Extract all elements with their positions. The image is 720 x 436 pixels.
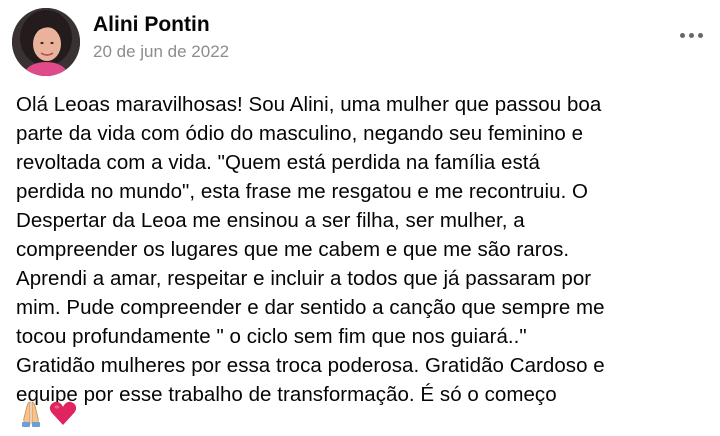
avatar[interactable] <box>12 8 80 76</box>
post-text-line: equipe por esse trabalho de transformaçã… <box>16 383 557 406</box>
post-text-line: revoltada com a vida. "Quem está perdida… <box>16 151 540 174</box>
author-name[interactable]: Alini Pontin <box>93 13 210 37</box>
ellipsis-icon <box>688 32 694 38</box>
praying-hands-emoji <box>16 398 46 433</box>
post-text-line: compreender os lugares que me cabem e qu… <box>16 238 570 261</box>
post-text: Olá Leoas maravilhosas! Sou Alini, uma m… <box>16 90 716 409</box>
emoji-row <box>16 400 78 430</box>
post-text-line: mim. Pude compreender e dar sentido a ca… <box>16 296 605 319</box>
avatar-photo <box>12 8 80 76</box>
red-heart-emoji <box>48 398 78 433</box>
post-text-line: Despertar da Leoa me ensinou a ser filha… <box>16 209 525 232</box>
post-text-line: Olá Leoas maravilhosas! Sou Alini, uma m… <box>16 93 602 116</box>
post-text-line: Gratidão mulheres por essa troca poderos… <box>16 354 605 377</box>
post-text-line: parte da vida com ódio do masculino, neg… <box>16 122 584 145</box>
ellipsis-icon <box>679 32 685 38</box>
ellipsis-icon <box>697 32 703 38</box>
post-header: Alini Pontin 20 de jun de 2022 <box>0 0 720 80</box>
post-text-line: perdida no mundo", esta frase me resgato… <box>16 180 589 203</box>
post-text-line: Aprendi a amar, respeitar e incluir a to… <box>16 267 592 290</box>
more-options-button[interactable] <box>676 24 706 46</box>
post-date[interactable]: 20 de jun de 2022 <box>93 42 229 62</box>
post-text-line: tocou profundamente " o ciclo sem fim qu… <box>16 325 527 348</box>
